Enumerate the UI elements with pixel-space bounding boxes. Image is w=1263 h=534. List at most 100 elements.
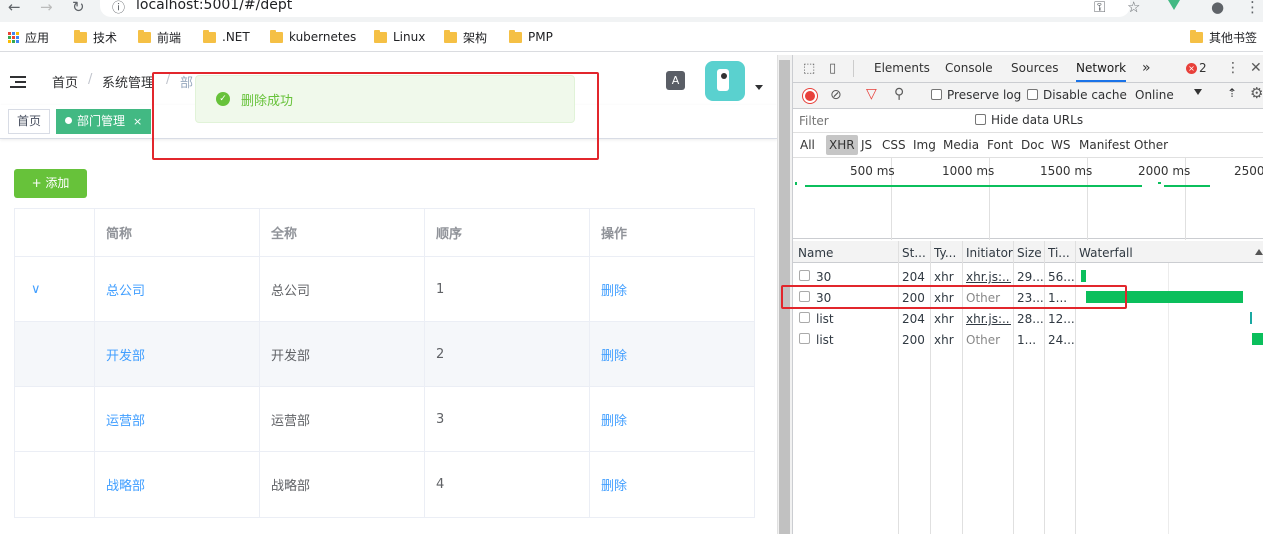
- delete-link[interactable]: 删除: [590, 452, 754, 517]
- chevron-down-icon[interactable]: [1194, 89, 1202, 95]
- cell-short-name[interactable]: 运营部: [95, 387, 260, 451]
- request-row[interactable]: list 200 xhr Other 1... 24...: [793, 329, 1263, 350]
- bookmark-apps[interactable]: 应用: [8, 28, 49, 46]
- annotation-highlight-request: [781, 285, 1127, 309]
- tab-sources[interactable]: Sources: [1011, 55, 1058, 82]
- request-status: 204: [902, 270, 925, 284]
- timeline-tick: 2500: [1234, 164, 1263, 178]
- column-header[interactable]: Ti...: [1048, 246, 1070, 260]
- column-header[interactable]: Size: [1017, 246, 1042, 260]
- tag-label: 部门管理: [77, 114, 126, 128]
- type-filter-js[interactable]: JS: [861, 135, 872, 155]
- device-toolbar-icon[interactable]: ▯: [829, 55, 836, 82]
- error-icon[interactable]: ×: [1186, 63, 1197, 74]
- cell-short-name[interactable]: 开发部: [95, 322, 260, 386]
- forward-icon[interactable]: →: [40, 0, 53, 15]
- type-filter-doc[interactable]: Doc: [1021, 135, 1044, 155]
- bookmark-folder[interactable]: 架构: [444, 28, 487, 46]
- error-count[interactable]: 2: [1199, 55, 1207, 82]
- type-filter-font[interactable]: Font: [987, 135, 1013, 155]
- request-row[interactable]: list 204 xhr xhr.js:... 28... 12...: [793, 308, 1263, 329]
- breadcrumb-system[interactable]: 系统管理: [102, 72, 154, 91]
- type-filter-ws[interactable]: WS: [1051, 135, 1070, 155]
- sort-asc-icon[interactable]: [1255, 249, 1263, 255]
- request-row[interactable]: 30 204 xhr xhr.js:... 29... 56...: [793, 266, 1263, 287]
- filter-input[interactable]: [797, 112, 961, 130]
- disable-cache-checkbox[interactable]: Disable cache: [1027, 88, 1127, 102]
- tab-console[interactable]: Console: [945, 55, 993, 82]
- type-filter-manifest[interactable]: Manifest: [1079, 135, 1130, 155]
- tag-dept-management[interactable]: 部门管理 ×: [56, 109, 152, 134]
- bookmark-label: kubernetes: [289, 30, 357, 44]
- cell-short-name[interactable]: 战略部: [95, 452, 260, 517]
- delete-link[interactable]: 删除: [590, 257, 754, 321]
- hide-data-urls-checkbox[interactable]: Hide data URLs: [975, 113, 1083, 127]
- bookmark-folder[interactable]: Linux: [374, 28, 425, 46]
- cell-full-name: 开发部: [260, 322, 425, 386]
- expand-icon[interactable]: ∨: [15, 257, 95, 321]
- caret-down-icon[interactable]: [755, 85, 763, 90]
- request-initiator[interactable]: xhr.js:...: [966, 270, 1011, 284]
- preserve-log-checkbox[interactable]: Preserve log: [931, 88, 1021, 102]
- menu-icon[interactable]: ⋮: [1245, 0, 1260, 15]
- cell-full-name: 总公司: [260, 257, 425, 321]
- cell-short-name[interactable]: 总公司: [95, 257, 260, 321]
- waterfall-bar: [1252, 333, 1263, 345]
- hamburger-icon[interactable]: [10, 76, 26, 88]
- close-devtools-icon[interactable]: ✕: [1250, 55, 1262, 82]
- type-filter-xhr[interactable]: XHR: [826, 135, 858, 155]
- request-name: list: [816, 312, 834, 326]
- vue-devtools-icon[interactable]: [1168, 0, 1180, 10]
- tab-network[interactable]: Network: [1076, 55, 1127, 82]
- bookmark-folder[interactable]: kubernetes: [270, 28, 356, 46]
- clear-icon[interactable]: ⊘: [830, 87, 842, 103]
- bookmark-folder[interactable]: 技术: [74, 28, 117, 46]
- overview-bar: [805, 185, 1142, 187]
- column-header[interactable]: St...: [902, 246, 926, 260]
- reload-icon[interactable]: ↻: [72, 0, 85, 15]
- column-header[interactable]: Ty...: [934, 246, 956, 260]
- account-icon[interactable]: ●: [1211, 0, 1224, 15]
- type-filter-css[interactable]: CSS: [882, 135, 906, 155]
- breadcrumb-home[interactable]: 首页: [52, 72, 78, 91]
- star-icon[interactable]: ☆: [1127, 0, 1140, 15]
- devtools-menu-icon[interactable]: ⋮: [1226, 55, 1240, 82]
- back-icon[interactable]: ←: [8, 0, 21, 15]
- more-tabs-icon[interactable]: »: [1142, 55, 1151, 82]
- folder-icon: [270, 29, 283, 43]
- inspect-icon[interactable]: ⬚: [803, 55, 815, 82]
- active-dot-icon: [65, 117, 72, 124]
- bookmark-folder[interactable]: PMP: [509, 28, 553, 46]
- record-icon[interactable]: [803, 89, 817, 103]
- avatar[interactable]: [705, 61, 745, 101]
- delete-link[interactable]: 删除: [590, 387, 754, 451]
- import-icon[interactable]: ⇡: [1227, 86, 1237, 100]
- close-icon[interactable]: ×: [133, 115, 142, 128]
- add-button[interactable]: + 添加: [14, 169, 87, 198]
- type-filter-other[interactable]: Other: [1134, 135, 1168, 155]
- throttle-select[interactable]: Online: [1135, 88, 1174, 102]
- column-header[interactable]: Initiator: [966, 246, 1013, 260]
- request-initiator[interactable]: xhr.js:...: [966, 312, 1011, 326]
- tab-elements[interactable]: Elements: [874, 55, 930, 82]
- filter-funnel-icon[interactable]: ▽: [866, 86, 877, 102]
- timeline-tick: 1500 ms: [1040, 164, 1093, 178]
- request-type: xhr: [934, 312, 954, 326]
- type-filter-media[interactable]: Media: [943, 135, 979, 155]
- bookmark-other[interactable]: 其他书签: [1190, 28, 1257, 46]
- key-icon[interactable]: ⚿: [1094, 0, 1105, 15]
- search-icon[interactable]: ⚲: [894, 86, 904, 102]
- timeline-overview[interactable]: 500 ms 1000 ms 1500 ms 2000 ms 2500: [793, 157, 1263, 240]
- type-filter-img[interactable]: Img: [913, 135, 936, 155]
- url-field[interactable]: ⓘ localhost:5001/#/dept: [100, 0, 1130, 17]
- translate-icon[interactable]: A: [666, 71, 685, 90]
- delete-link[interactable]: 删除: [590, 322, 754, 386]
- column-header[interactable]: Name: [798, 246, 833, 260]
- bookmark-folder[interactable]: 前端: [138, 28, 181, 46]
- type-filter-all[interactable]: All: [800, 135, 815, 155]
- bookmark-folder[interactable]: .NET: [203, 28, 250, 46]
- bookmark-label: 其他书签: [1209, 30, 1258, 45]
- tag-home[interactable]: 首页: [8, 109, 51, 134]
- column-header[interactable]: Waterfall: [1079, 246, 1133, 260]
- gear-icon[interactable]: ⚙: [1250, 84, 1263, 102]
